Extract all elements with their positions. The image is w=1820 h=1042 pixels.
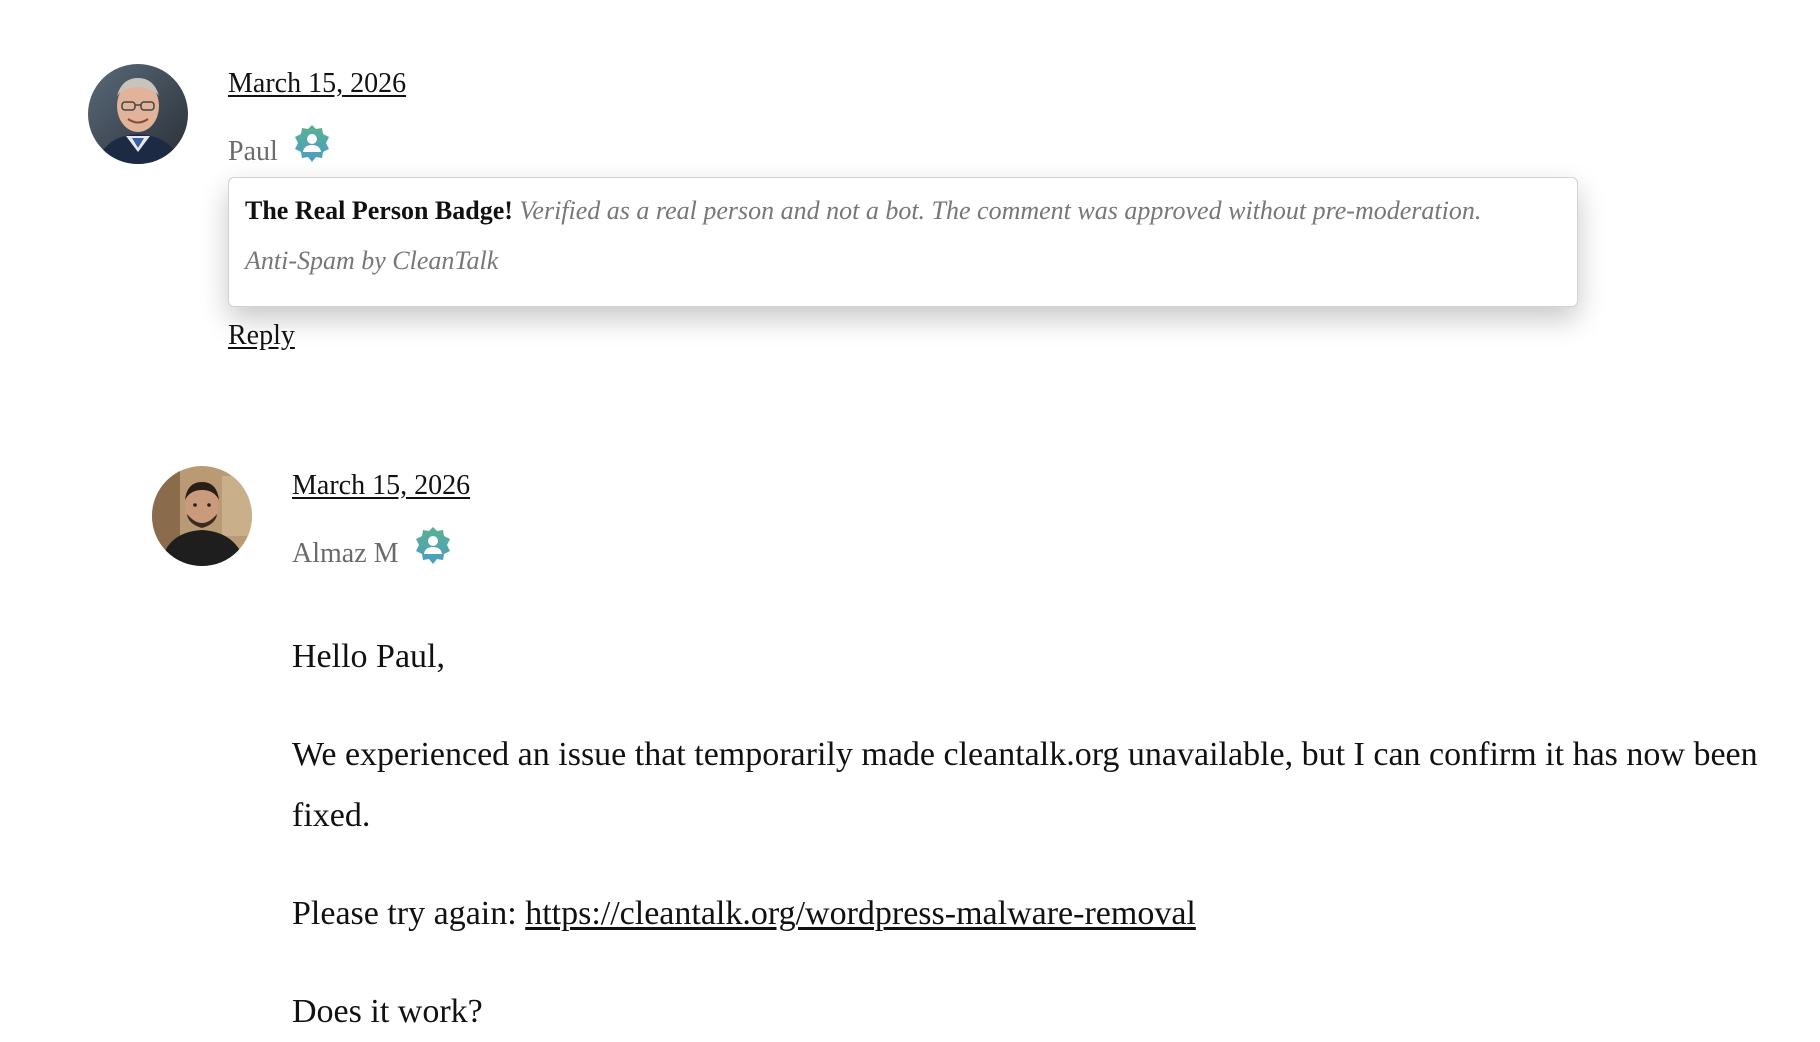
tooltip-text: Verified as a real person and not a bot.… — [519, 196, 1482, 225]
avatar-almaz — [152, 466, 252, 566]
reply-link[interactable]: Reply — [228, 319, 295, 353]
author-name: Almaz M — [292, 538, 399, 569]
comment-try-again: Please try again: https://cleantalk.org/… — [292, 883, 1792, 944]
comment-date-link[interactable]: March 15, 2026 — [228, 67, 406, 101]
tooltip-title: The Real Person Badge! — [245, 196, 513, 225]
author-name: Paul — [228, 136, 278, 167]
comment-date-link[interactable]: March 15, 2026 — [292, 469, 470, 503]
comment-author: Paul — [228, 125, 332, 172]
malware-removal-link[interactable]: https://cleantalk.org/wordpress-malware-… — [525, 895, 1196, 932]
verified-person-badge-icon[interactable] — [413, 526, 453, 566]
comment-author: Almaz M — [292, 527, 453, 574]
verified-person-badge-icon[interactable] — [292, 124, 332, 164]
tooltip-source: Anti-Spam by CleanTalk — [245, 246, 499, 275]
real-person-badge-tooltip: The Real Person Badge! Verified as a rea… — [228, 177, 1578, 307]
comment-body: Hello Paul, We experienced an issue that… — [292, 626, 1792, 1042]
comment-paragraph: We experienced an issue that temporarily… — [292, 736, 1758, 834]
try-again-prefix: Please try again: — [292, 895, 517, 932]
comment-question: Does it work? — [292, 993, 483, 1030]
comment-greeting: Hello Paul, — [292, 638, 445, 675]
avatar-paul — [88, 64, 188, 164]
